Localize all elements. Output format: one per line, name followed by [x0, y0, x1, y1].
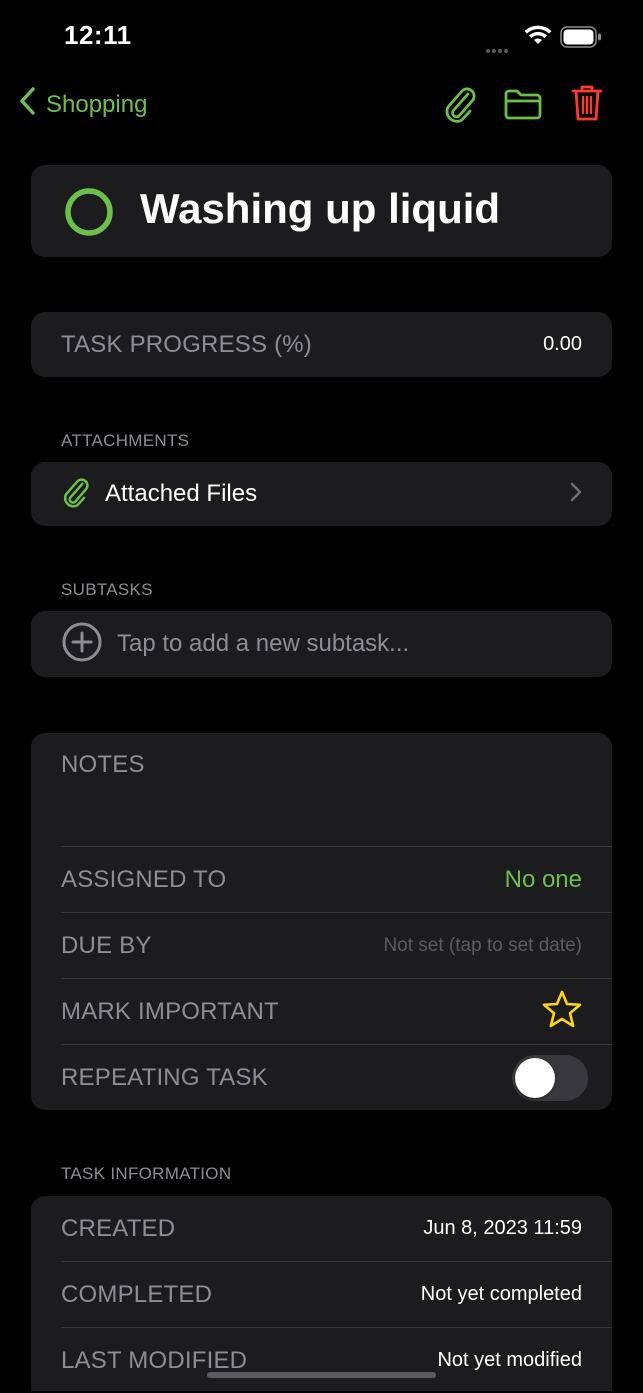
battery-icon	[560, 26, 602, 53]
modified-value: Not yet modified	[437, 1349, 582, 1371]
completion-circle-icon[interactable]	[64, 187, 114, 242]
back-label: Shopping	[46, 90, 148, 118]
assigned-value: No one	[504, 865, 582, 893]
task-title-card: Washing up liquid	[31, 165, 612, 257]
signal-icon	[486, 40, 510, 58]
created-label: CREATED	[61, 1214, 176, 1242]
created-value: Jun 8, 2023 11:59	[423, 1217, 582, 1239]
add-subtask-input[interactable]: Tap to add a new subtask...	[117, 630, 409, 658]
progress-value: 0.00	[543, 333, 582, 355]
trash-icon[interactable]	[571, 84, 603, 127]
modified-label: LAST MODIFIED	[61, 1346, 248, 1374]
repeating-row: REPEATING TASK	[31, 1045, 612, 1110]
add-subtask-row[interactable]: Tap to add a new subtask...	[31, 611, 612, 677]
progress-card[interactable]: TASK PROGRESS (%) 0.00	[31, 312, 612, 377]
attached-files-label: Attached Files	[105, 480, 258, 507]
important-label: MARK IMPORTANT	[61, 997, 279, 1025]
paperclip-icon[interactable]	[442, 84, 476, 129]
attached-files-row[interactable]: Attached Files	[31, 462, 612, 526]
wifi-icon	[524, 24, 552, 51]
task-info-card: CREATED Jun 8, 2023 11:59 COMPLETED Not …	[31, 1196, 612, 1391]
due-row[interactable]: DUE BY Not set (tap to set date)	[31, 913, 612, 978]
chevron-right-icon	[570, 482, 582, 507]
back-button[interactable]: Shopping	[18, 86, 147, 123]
toggle-knob	[515, 1057, 555, 1098]
repeating-label: REPEATING TASK	[61, 1063, 268, 1091]
completed-label: COMPLETED	[61, 1280, 213, 1308]
notes-field[interactable]: NOTES	[31, 733, 612, 845]
task-title[interactable]: Washing up liquid	[140, 185, 500, 233]
plus-circle-icon	[61, 621, 103, 668]
folder-icon[interactable]	[503, 88, 543, 125]
due-value: Not set (tap to set date)	[383, 934, 582, 956]
assigned-row[interactable]: ASSIGNED TO No one	[31, 847, 612, 912]
paperclip-icon	[61, 475, 89, 514]
subtasks-header: SUBTASKS	[61, 580, 153, 599]
details-card: NOTES ASSIGNED TO No one DUE BY Not set …	[31, 733, 612, 1110]
task-info-header: TASK INFORMATION	[61, 1164, 232, 1183]
completed-value: Not yet completed	[420, 1283, 582, 1305]
repeating-toggle[interactable]	[512, 1054, 588, 1101]
notes-label: NOTES	[61, 751, 145, 778]
due-label: DUE BY	[61, 931, 152, 959]
attachments-header: ATTACHMENTS	[61, 431, 190, 450]
star-icon[interactable]	[542, 990, 582, 1033]
important-row: MARK IMPORTANT	[31, 979, 612, 1044]
assigned-label: ASSIGNED TO	[61, 865, 227, 893]
status-time: 12:11	[64, 20, 132, 50]
chevron-left-icon	[18, 86, 36, 123]
home-indicator[interactable]	[207, 1372, 436, 1378]
progress-label: TASK PROGRESS (%)	[61, 330, 312, 358]
